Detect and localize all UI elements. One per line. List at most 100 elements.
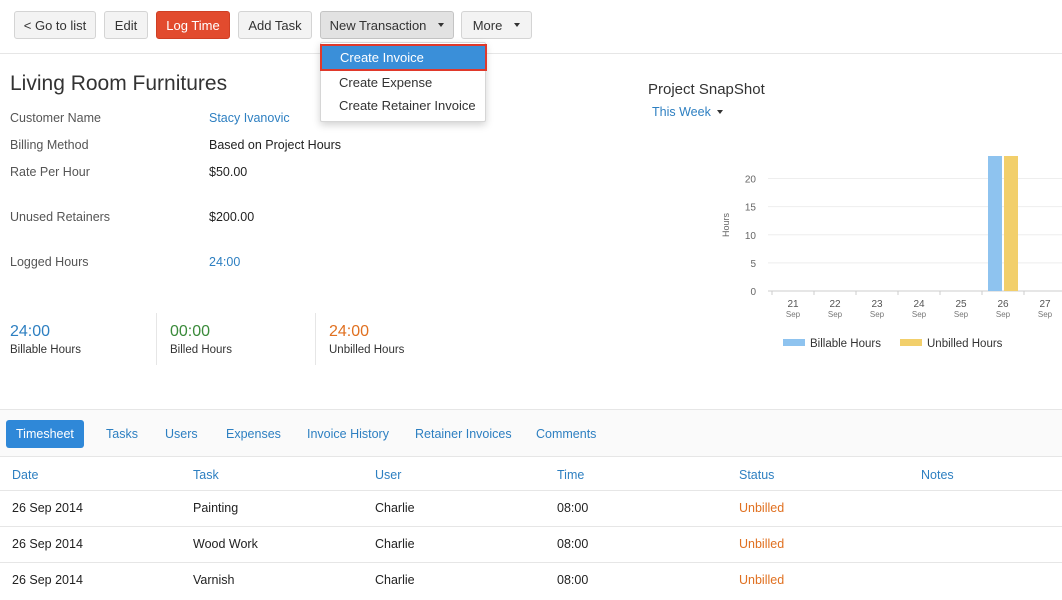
x-tick-label: 23	[871, 299, 883, 310]
cell-user: Charlie	[375, 573, 415, 587]
unbilled-hours-value: 24:00	[329, 323, 370, 340]
y-tick-label: 10	[745, 231, 757, 242]
tab-users[interactable]: Users	[165, 420, 198, 448]
x-tick-sublabel: Sep	[1038, 310, 1053, 319]
cell-date: 26 Sep 2014	[12, 501, 83, 515]
legend-swatch	[783, 339, 805, 346]
legend-label: Billable Hours	[810, 338, 881, 350]
billed-hours-label: Billed Hours	[170, 344, 232, 356]
column-header-user[interactable]: User	[375, 468, 401, 482]
logged-hours-label: Logged Hours	[10, 255, 89, 269]
bar-billable-hours	[988, 156, 1002, 291]
x-tick-sublabel: Sep	[996, 310, 1011, 319]
column-header-time[interactable]: Time	[557, 468, 584, 482]
period-selector[interactable]: This Week	[652, 105, 723, 119]
toolbar: < Go to list Edit Log Time Add Task New …	[0, 0, 1062, 54]
logged-hours-link[interactable]: 24:00	[209, 255, 240, 269]
stat-divider	[315, 313, 316, 365]
chevron-down-icon	[514, 23, 521, 27]
menu-item-create-invoice[interactable]: Create Invoice	[320, 44, 487, 71]
unbilled-hours-label: Unbilled Hours	[329, 344, 405, 356]
cell-status: Unbilled	[739, 573, 785, 587]
billing-method-label: Billing Method	[10, 138, 89, 152]
snapshot-title: Project SnapShot	[648, 81, 765, 98]
chevron-down-icon	[716, 110, 723, 114]
y-tick-label: 15	[745, 203, 757, 214]
legend-swatch	[900, 339, 922, 346]
column-header-notes[interactable]: Notes	[921, 468, 954, 482]
cell-time: 08:00	[557, 501, 589, 515]
table-row[interactable]: 26 Sep 2014 Painting Charlie 08:00 Unbil…	[0, 490, 1062, 526]
chevron-down-icon	[438, 23, 445, 27]
cell-date: 26 Sep 2014	[12, 573, 83, 587]
customer-name-label: Customer Name	[10, 111, 101, 125]
cell-date: 26 Sep 2014	[12, 537, 83, 551]
cell-status: Unbilled	[739, 537, 785, 551]
rate-per-hour-value: $50.00	[209, 165, 248, 179]
x-tick-label: 21	[787, 299, 799, 310]
x-tick-sublabel: Sep	[912, 310, 927, 319]
billable-hours-label: Billable Hours	[10, 344, 81, 356]
x-tick-label: 24	[913, 299, 925, 310]
go-to-list-button[interactable]: < Go to list	[14, 11, 96, 39]
y-tick-label: 20	[745, 175, 757, 186]
log-time-button[interactable]: Log Time	[156, 11, 230, 39]
unused-retainers-value: $200.00	[209, 210, 255, 224]
y-tick-label: 5	[750, 259, 756, 270]
more-label: More	[472, 17, 503, 33]
stat-billed-hours: 00:00 Billed Hours	[170, 313, 232, 365]
billable-hours-value: 24:00	[10, 323, 51, 340]
column-header-task[interactable]: Task	[193, 468, 219, 482]
x-tick-label: 25	[955, 299, 967, 310]
edit-button[interactable]: Edit	[104, 11, 148, 39]
legend-label: Unbilled Hours	[927, 338, 1003, 350]
x-tick-label: 27	[1039, 299, 1051, 310]
customer-name-link[interactable]: Stacy Ivanovic	[209, 111, 290, 125]
cell-task: Varnish	[193, 573, 235, 587]
period-label: This Week	[652, 105, 711, 119]
x-tick-sublabel: Sep	[828, 310, 843, 319]
stat-unbilled-hours: 24:00 Unbilled Hours	[329, 313, 404, 365]
y-axis-label: Hours	[721, 213, 731, 238]
new-transaction-menu: Create Invoice Create Expense Create Ret…	[320, 42, 487, 122]
billing-method-value: Based on Project Hours	[209, 138, 342, 152]
new-transaction-button[interactable]: New Transaction	[320, 11, 454, 39]
x-tick-sublabel: Sep	[870, 310, 885, 319]
y-tick-label: 0	[750, 287, 756, 298]
add-task-button[interactable]: Add Task	[238, 11, 312, 39]
cell-status: Unbilled	[739, 501, 785, 515]
unused-retainers-label: Unused Retainers	[10, 210, 111, 224]
tab-tasks[interactable]: Tasks	[106, 420, 138, 448]
page-title: Living Room Furnitures	[10, 72, 228, 95]
table-row[interactable]: 26 Sep 2014 Varnish Charlie 08:00 Unbill…	[0, 562, 1062, 598]
snapshot-chart: 05101520Hours21Sep22Sep23Sep24Sep25Sep26…	[721, 156, 1062, 350]
cell-time: 08:00	[557, 573, 589, 587]
menu-item-create-retainer-invoice[interactable]: Create Retainer Invoice	[321, 94, 485, 117]
tab-bar: Timesheet Tasks Users Expenses Invoice H…	[0, 409, 1062, 457]
x-tick-sublabel: Sep	[954, 310, 969, 319]
cell-user: Charlie	[375, 537, 415, 551]
table-row[interactable]: 26 Sep 2014 Wood Work Charlie 08:00 Unbi…	[0, 526, 1062, 562]
tab-comments[interactable]: Comments	[536, 420, 596, 448]
stat-billable-hours: 24:00 Billable Hours	[10, 313, 81, 365]
tab-timesheet[interactable]: Timesheet	[6, 420, 84, 448]
cell-user: Charlie	[375, 501, 415, 515]
column-header-date[interactable]: Date	[12, 468, 38, 482]
cell-time: 08:00	[557, 537, 589, 551]
menu-item-create-expense[interactable]: Create Expense	[321, 71, 485, 94]
tab-expenses[interactable]: Expenses	[226, 420, 281, 448]
new-transaction-label: New Transaction	[329, 17, 427, 33]
x-tick-label: 26	[997, 299, 1009, 310]
x-tick-sublabel: Sep	[786, 310, 801, 319]
tab-invoice-history[interactable]: Invoice History	[307, 420, 389, 448]
x-tick-label: 22	[829, 299, 841, 310]
billed-hours-value: 00:00	[170, 323, 211, 340]
cell-task: Wood Work	[193, 537, 258, 551]
column-header-status[interactable]: Status	[739, 468, 774, 482]
stat-divider	[156, 313, 157, 365]
bar-unbilled-hours	[1004, 156, 1018, 291]
tab-retainer-invoices[interactable]: Retainer Invoices	[415, 420, 512, 448]
more-button[interactable]: More	[461, 11, 532, 39]
rate-per-hour-label: Rate Per Hour	[10, 165, 90, 179]
cell-task: Painting	[193, 501, 239, 515]
